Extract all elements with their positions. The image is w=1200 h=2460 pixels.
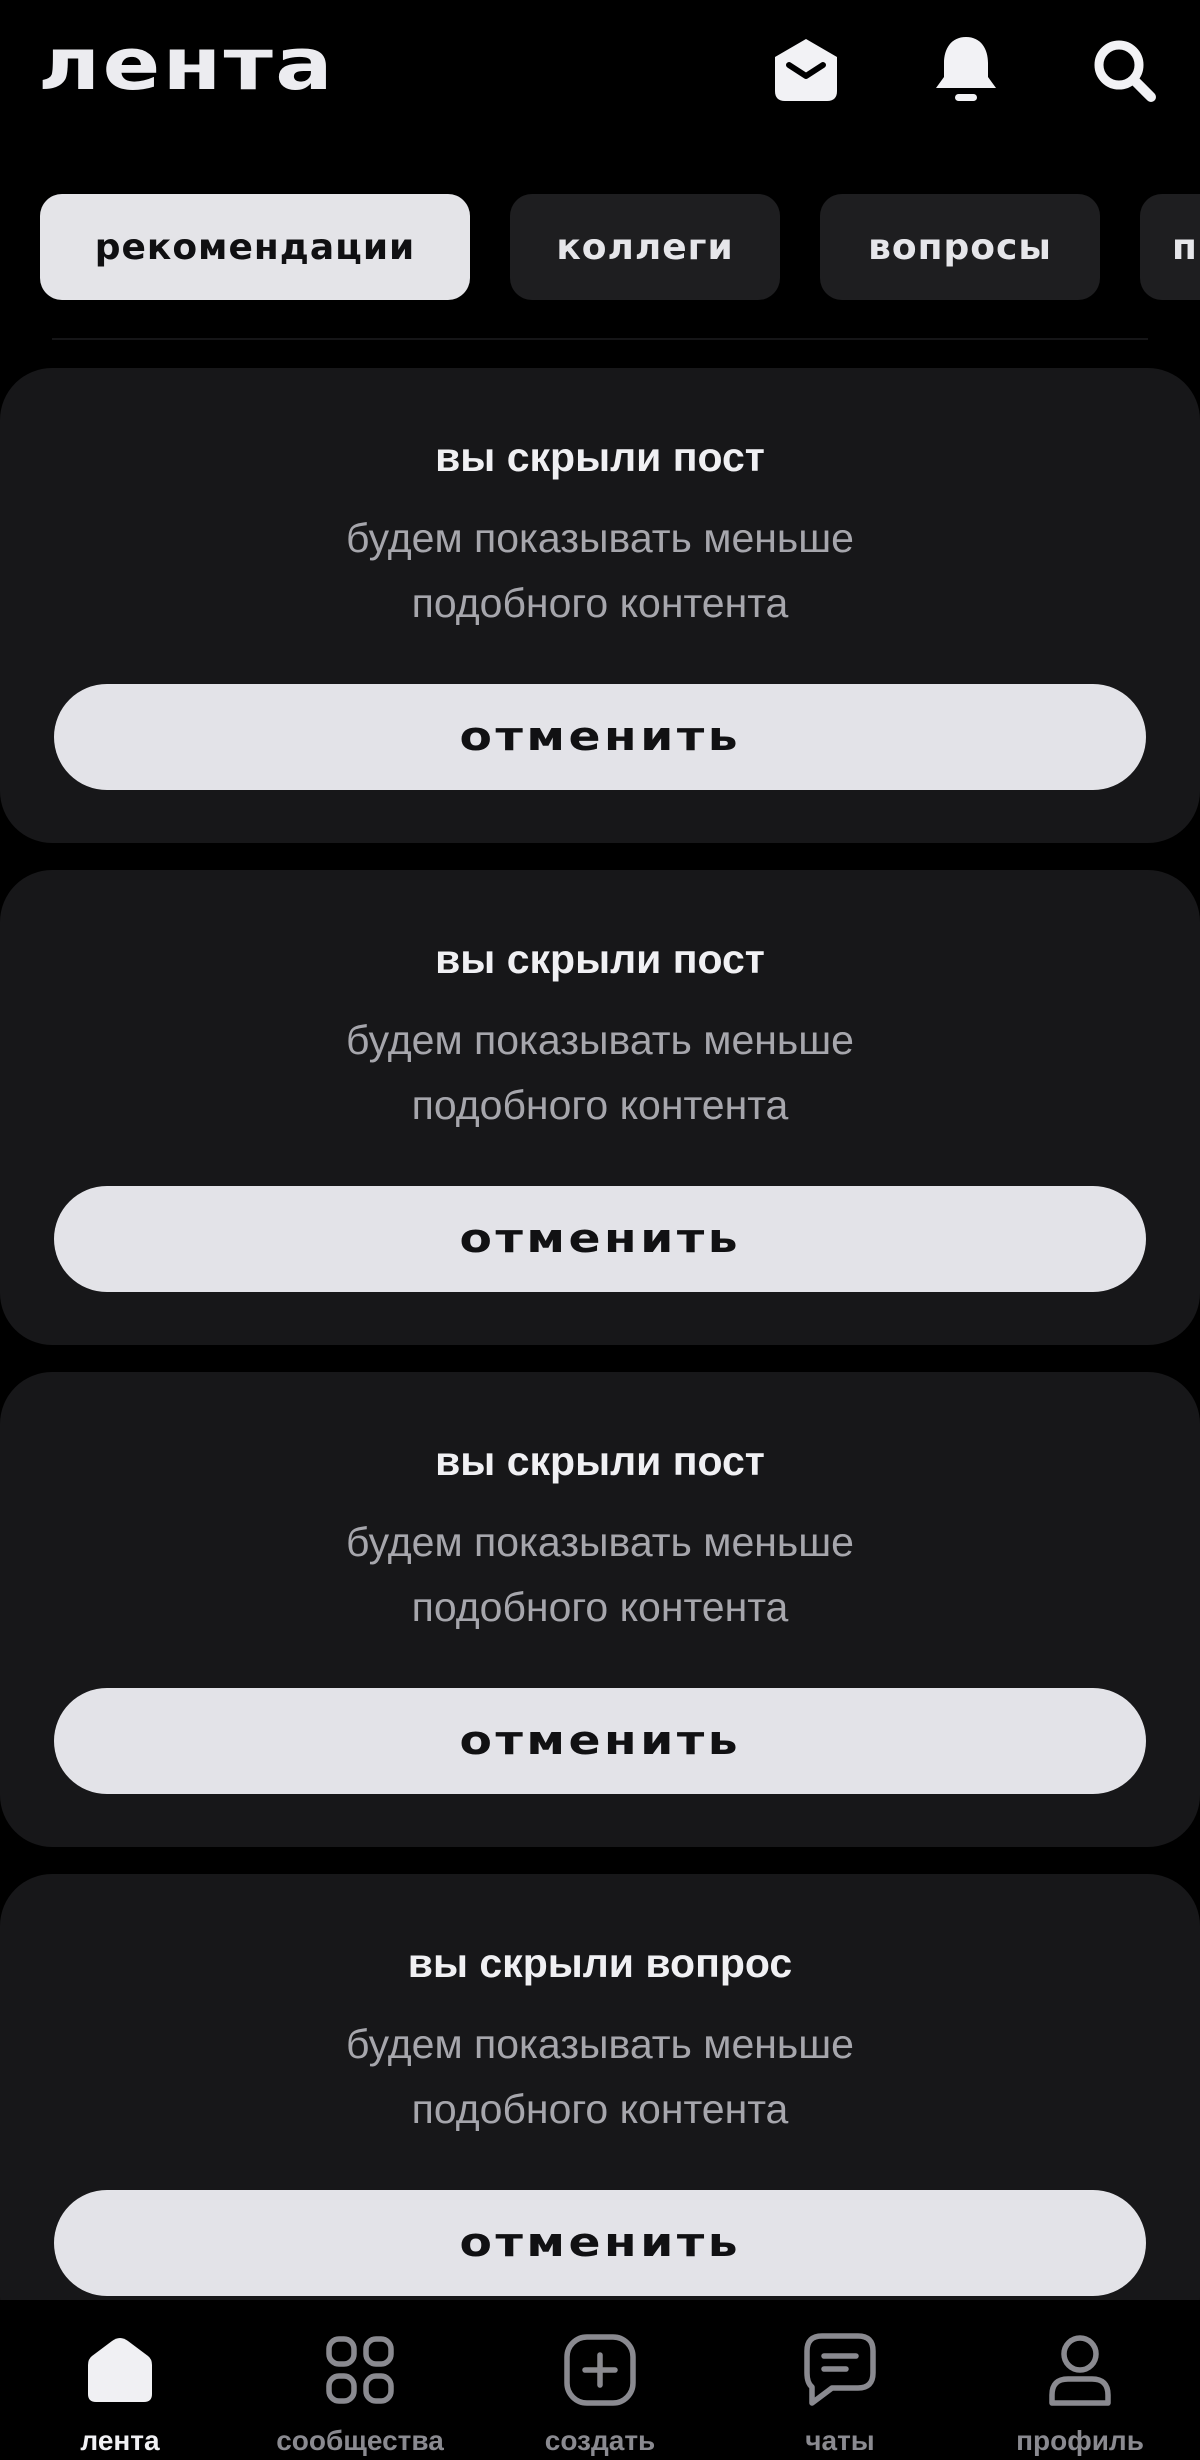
undo-button[interactable]: отменить bbox=[54, 2190, 1146, 2296]
card-subtitle: будем показывать меньше подобного контен… bbox=[0, 1008, 1200, 1138]
hidden-post-card: вы скрыли пост будем показывать меньше п… bbox=[0, 1372, 1200, 1847]
tabs-divider bbox=[52, 338, 1148, 340]
mail-icon[interactable] bbox=[768, 32, 844, 108]
card-subtitle: будем показывать меньше подобного контен… bbox=[0, 506, 1200, 636]
nav-label: сообщества bbox=[276, 2425, 444, 2456]
undo-button-label: отменить bbox=[459, 714, 741, 760]
nav-communities[interactable]: сообщества bbox=[240, 2300, 480, 2460]
nav-chats[interactable]: чаты bbox=[720, 2300, 960, 2460]
undo-button[interactable]: отменить bbox=[54, 1186, 1146, 1292]
tab-recommendations[interactable]: рекомендации bbox=[40, 194, 470, 300]
undo-button[interactable]: отменить bbox=[54, 684, 1146, 790]
card-title: вы скрыли пост bbox=[435, 434, 765, 480]
feed-tabs: рекомендации коллеги вопросы п bbox=[0, 194, 1200, 300]
tab-colleagues[interactable]: коллеги bbox=[510, 194, 780, 300]
user-icon bbox=[960, 2330, 1200, 2410]
undo-button-label: отменить bbox=[459, 1718, 741, 1764]
tab-next-partial[interactable]: п bbox=[1140, 194, 1200, 300]
card-title: вы скрыли вопрос bbox=[407, 1940, 793, 1986]
nav-profile[interactable]: профиль bbox=[960, 2300, 1200, 2460]
nav-create[interactable]: создать bbox=[480, 2300, 720, 2460]
card-subtitle-line: подобного контента bbox=[411, 1584, 789, 1630]
card-subtitle-line: будем показывать меньше bbox=[346, 515, 854, 561]
app-logo: лента bbox=[38, 22, 335, 106]
top-bar: лента bbox=[0, 0, 1200, 150]
card-subtitle-line: подобного контента bbox=[411, 580, 789, 626]
card-subtitle: будем показывать меньше подобного контен… bbox=[0, 1510, 1200, 1640]
hidden-post-card: вы скрыли пост будем показывать меньше п… bbox=[0, 368, 1200, 843]
home-icon bbox=[0, 2330, 240, 2410]
bell-icon[interactable] bbox=[928, 32, 1004, 108]
nav-label: профиль bbox=[1016, 2425, 1144, 2456]
chat-icon bbox=[720, 2330, 960, 2410]
card-subtitle: будем показывать меньше подобного контен… bbox=[0, 2012, 1200, 2142]
card-subtitle-line: будем показывать меньше bbox=[346, 1519, 854, 1565]
feed-screen: лента рекомендации коллеги вопросы п вы … bbox=[0, 0, 1200, 2460]
search-icon[interactable] bbox=[1086, 32, 1162, 108]
card-subtitle-line: будем показывать меньше bbox=[346, 1017, 854, 1063]
card-subtitle-line: подобного контента bbox=[411, 1082, 789, 1128]
tab-questions[interactable]: вопросы bbox=[820, 194, 1100, 300]
nav-label: лента bbox=[80, 2425, 160, 2456]
card-title: вы скрыли пост bbox=[435, 936, 765, 982]
card-subtitle-line: будем показывать меньше bbox=[346, 2021, 854, 2067]
nav-feed[interactable]: лента bbox=[0, 2300, 240, 2460]
bottom-nav: лента сообщества создать чаты профиль bbox=[0, 2300, 1200, 2460]
grid-icon bbox=[240, 2330, 480, 2410]
hidden-post-card: вы скрыли пост будем показывать меньше п… bbox=[0, 870, 1200, 1345]
undo-button-label: отменить bbox=[459, 2220, 741, 2266]
card-subtitle-line: подобного контента bbox=[411, 2086, 789, 2132]
card-title: вы скрыли пост bbox=[435, 1438, 765, 1484]
nav-label: создать bbox=[544, 2425, 656, 2456]
plus-square-icon bbox=[480, 2330, 720, 2410]
hidden-question-card: вы скрыли вопрос будем показывать меньше… bbox=[0, 1874, 1200, 2349]
undo-button[interactable]: отменить bbox=[54, 1688, 1146, 1794]
undo-button-label: отменить bbox=[459, 1216, 741, 1262]
nav-label: чаты bbox=[805, 2425, 875, 2456]
